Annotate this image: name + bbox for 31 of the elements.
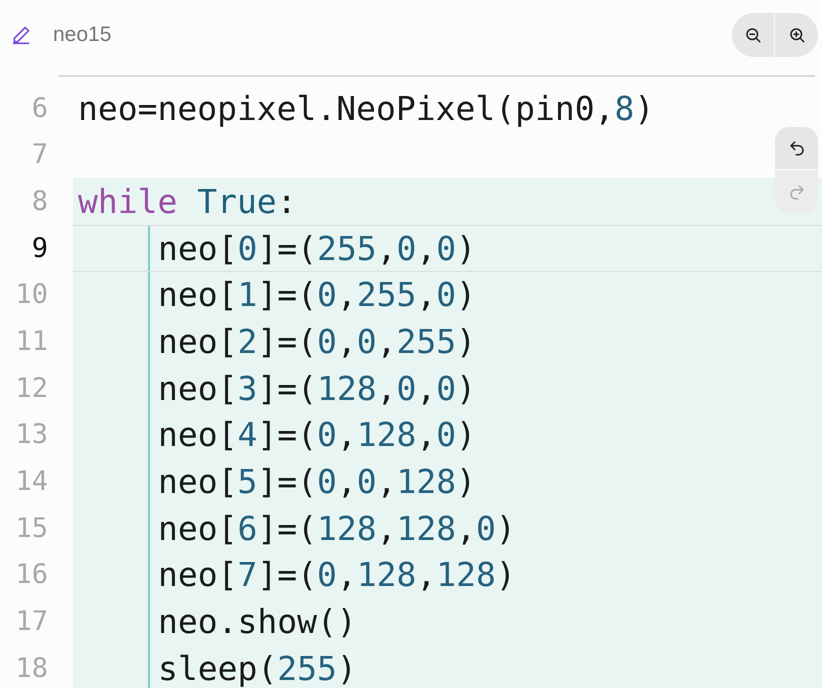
file-name: neo15 [53,22,112,48]
line-number: 14 [15,468,48,496]
zoom-out-icon [744,26,762,44]
undo-icon [788,139,806,157]
code-text: neo[7]=(0,128,128) [158,558,516,592]
line-number: 10 [15,281,48,308]
line-number: 9 [32,234,48,262]
code-text: neo[5]=(0,0,128) [158,465,476,498]
line-number: 16 [15,561,48,588]
line-number: 7 [32,141,48,168]
line-number: 17 [15,608,48,636]
code-text: neo[1]=(0,255,0) [158,278,476,312]
line-number: 11 [15,328,48,356]
code-text: neo=neopixel.NeoPixel(pin0,8) [78,92,654,125]
line-number: 6 [32,94,48,122]
code-text: neo.show() [158,605,357,638]
code-text: while True: [78,185,297,218]
zoom-in-icon [788,26,806,44]
code-text: neo[4]=(0,128,0) [158,418,476,452]
line-number: 18 [15,654,48,682]
redo-icon [788,182,806,200]
code-text: neo[3]=(128,0,0) [158,372,476,405]
pencil-icon[interactable] [11,25,31,45]
line-number: 8 [32,188,48,216]
code-text: neo[0]=(255,0,0) [158,232,476,265]
line-number: 13 [15,421,48,448]
line-number: 12 [15,374,48,402]
code-text: neo[2]=(0,0,255) [158,325,476,358]
code-text: neo[6]=(128,128,0) [158,512,516,545]
code-text: sleep(255) [158,652,357,685]
line-number: 15 [15,514,48,542]
